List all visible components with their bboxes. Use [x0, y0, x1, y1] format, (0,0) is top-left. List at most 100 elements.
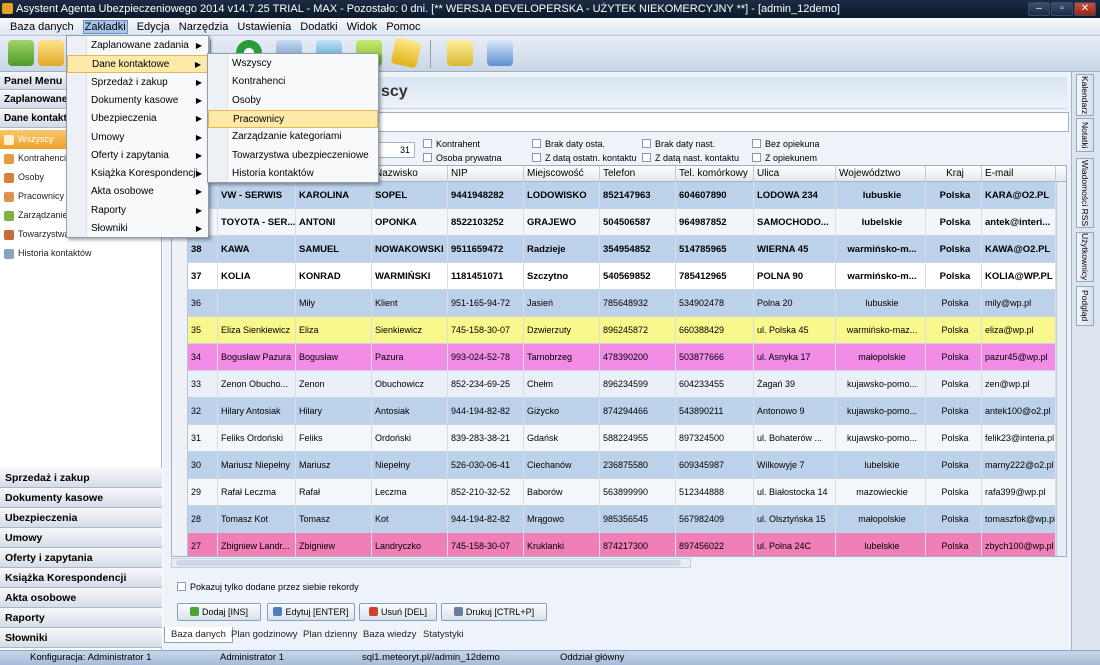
sidebar-item-historia[interactable]: Historia kontaktów — [0, 244, 162, 263]
table-row[interactable]: 28 Tomasz Kot Tomasz Kot 944-194-82-82 Mrągow… — [172, 506, 1056, 533]
menu-item[interactable]: Ubezpieczenia ▶ — [67, 110, 208, 128]
section-ksiazka[interactable]: Książka Korespondencji — [0, 568, 162, 588]
close-button[interactable]: ✕ — [1074, 2, 1096, 16]
only-mine-checkbox[interactable]: Pokazuj tylko dodane przez siebie rekord… — [177, 581, 359, 593]
table-row[interactable]: 35 Eliza Sienkiewicz Eliza Sienkiewicz 745-1… — [172, 317, 1056, 344]
row-marker[interactable] — [172, 479, 188, 506]
tab-statystyki[interactable]: Statystyki — [417, 627, 470, 643]
table-row[interactable]: 32 Hilary Antosiak Hilary Antosiak 944-194-8… — [172, 398, 1056, 425]
menu-item[interactable]: Dokumenty kasowe ▶ — [67, 92, 208, 110]
menu-baza-danych[interactable]: Baza danych — [10, 21, 74, 33]
side-tab-kalendarz[interactable]: Kalendarz — [1076, 74, 1094, 116]
row-marker[interactable] — [172, 506, 188, 533]
filter-brak-daty-nast[interactable]: Brak daty nast. — [642, 138, 715, 150]
section-slowniki[interactable]: Słowniki — [0, 628, 162, 648]
row-marker[interactable] — [172, 533, 188, 556]
submenu-item[interactable]: Kontrahenci — [208, 73, 378, 91]
submenu-item[interactable]: Towarzystwa ubezpieczeniowe — [208, 147, 378, 165]
vertical-scrollbar[interactable] — [1056, 182, 1066, 556]
add-record-icon[interactable] — [8, 40, 34, 66]
menu-item[interactable]: Umowy ▶ — [67, 129, 208, 147]
menu-item[interactable]: Akta osobowe ▶ — [67, 183, 208, 201]
column-header[interactable]: Województwo — [836, 166, 926, 182]
horizontal-scrollbar[interactable] — [171, 558, 691, 568]
column-header[interactable]: Telefon — [600, 166, 676, 182]
checkbox[interactable] — [752, 153, 761, 162]
section-raporty[interactable]: Raporty — [0, 608, 162, 628]
table-row[interactable]: 31 Feliks Ordoński Feliks Ordoński 839-283-3… — [172, 425, 1056, 452]
filter-z-data-ost[interactable]: Z datą ostatn. kontaktu — [532, 152, 637, 164]
row-marker[interactable] — [172, 317, 188, 344]
menu-item[interactable]: Sprzedaż i zakup ▶ — [67, 74, 208, 92]
checkbox[interactable] — [532, 139, 541, 148]
table-row[interactable]: 30 Mariusz Niepełny Mariusz Niepełny 526-030… — [172, 452, 1056, 479]
submenu-item[interactable]: Wszyscy — [208, 55, 378, 73]
checkbox[interactable] — [423, 153, 432, 162]
menu-widok[interactable]: Widok — [347, 21, 378, 33]
table-row[interactable]: VW - SERWIS KAROLINA SOPEL 9441948282 LODOWI… — [172, 182, 1056, 209]
section-sprzedaz[interactable]: Sprzedaż i zakup — [0, 468, 162, 488]
date-combo[interactable]: 31 — [373, 142, 415, 158]
filter-brak-daty-ost[interactable]: Brak daty osta. — [532, 138, 605, 150]
table-row[interactable]: 33 Zenon Obucho... Zenon Obuchowicz 852-234-… — [172, 371, 1056, 398]
column-header[interactable]: Kraj — [926, 166, 982, 182]
tab-plan-godzinowy[interactable]: Plan godzinowy — [225, 627, 304, 643]
row-marker[interactable] — [172, 452, 188, 479]
add-button[interactable]: Dodaj [INS] — [177, 603, 261, 621]
filter-osoba-prywatna[interactable]: Osoba prywatna — [423, 152, 502, 164]
print-button[interactable]: Drukuj [CTRL+P] — [441, 603, 547, 621]
column-header[interactable]: E-mail — [982, 166, 1056, 182]
tab-plan-dzienny[interactable]: Plan dzienny — [297, 627, 363, 643]
filter-z-data-nast[interactable]: Z datą nast. kontaktu — [642, 152, 739, 164]
menu-item[interactable]: Książka Korespondencji ▶ — [67, 165, 208, 183]
filter-z-opiekunem[interactable]: Z opiekunem — [752, 152, 817, 164]
table-row[interactable]: 34 Bogusław Pazura Bogusław Pazura 993-024-5… — [172, 344, 1056, 371]
menu-zakladki[interactable]: Zakładki — [82, 20, 128, 34]
tag-icon[interactable] — [390, 37, 422, 69]
section-umowy[interactable]: Umowy — [0, 528, 162, 548]
menu-item[interactable]: Zaplanowane zadania ▶ — [67, 37, 208, 55]
tab-baza-wiedzy[interactable]: Baza wiedzy — [357, 627, 422, 643]
table-row[interactable]: TOYOTA - SER... ANTONI OPONKA 8522103252 GRA… — [172, 209, 1056, 236]
section-oferty[interactable]: Oferty i zapytania — [0, 548, 162, 568]
column-header[interactable]: Ulica — [754, 166, 836, 182]
delete-button[interactable]: Usuń [DEL] — [359, 603, 437, 621]
checkbox[interactable] — [642, 153, 651, 162]
row-marker[interactable] — [172, 236, 188, 263]
row-marker[interactable] — [172, 344, 188, 371]
row-marker[interactable] — [172, 398, 188, 425]
table-row[interactable]: 27 Zbigniew Landr... Zbigniew Landryczko 745… — [172, 533, 1056, 556]
menu-item[interactable]: Słowniki ▶ — [67, 220, 208, 238]
column-header[interactable]: Nazwisko — [372, 166, 448, 182]
checkbox[interactable] — [532, 153, 541, 162]
column-header[interactable]: Tel. komórkowy — [676, 166, 754, 182]
edit-button[interactable]: Edytuj [ENTER] — [267, 603, 355, 621]
row-marker[interactable] — [172, 290, 188, 317]
table-row[interactable]: 29 Rafał Leczma Rafał Leczma 852-210-32-52 Ba… — [172, 479, 1056, 506]
section-ubezpieczenia[interactable]: Ubezpieczenia — [0, 508, 162, 528]
tab-baza-danych[interactable]: Baza danych — [164, 627, 233, 643]
row-marker[interactable] — [172, 425, 188, 452]
submenu-item[interactable]: Zarządzanie kategoriami — [208, 128, 378, 146]
filter-bez-opiekuna[interactable]: Bez opiekuna — [752, 138, 820, 150]
menu-item[interactable]: Dane kontaktowe ▶ — [67, 55, 208, 74]
menu-narzedzia[interactable]: Narzędzia — [179, 21, 229, 33]
submenu-item[interactable]: Pracownicy — [208, 109, 378, 128]
mail-icon[interactable] — [487, 40, 513, 66]
side-tab-podglad[interactable]: Podgląd — [1076, 286, 1094, 326]
filter-kontrahent[interactable]: Kontrahent — [423, 138, 480, 150]
submenu-item[interactable]: Historia kontaktów — [208, 165, 378, 183]
checkbox[interactable] — [423, 139, 432, 148]
row-marker[interactable] — [172, 371, 188, 398]
table-row[interactable]: 36 Miły Klient 951-165-94-72 Jasień 785648932… — [172, 290, 1056, 317]
side-tab-notatki[interactable]: Notatki — [1076, 118, 1094, 152]
row-marker[interactable] — [172, 263, 188, 290]
column-header[interactable]: NIP — [448, 166, 524, 182]
submenu-item[interactable]: Osoby — [208, 92, 378, 110]
menu-edycja[interactable]: Edycja — [137, 21, 170, 33]
column-header[interactable]: Miejscowość — [524, 166, 600, 182]
menu-item[interactable]: Raporty ▶ — [67, 202, 208, 220]
folder-icon[interactable] — [38, 40, 64, 66]
menu-pomoc[interactable]: Pomoc — [386, 21, 420, 33]
checkbox[interactable] — [642, 139, 651, 148]
